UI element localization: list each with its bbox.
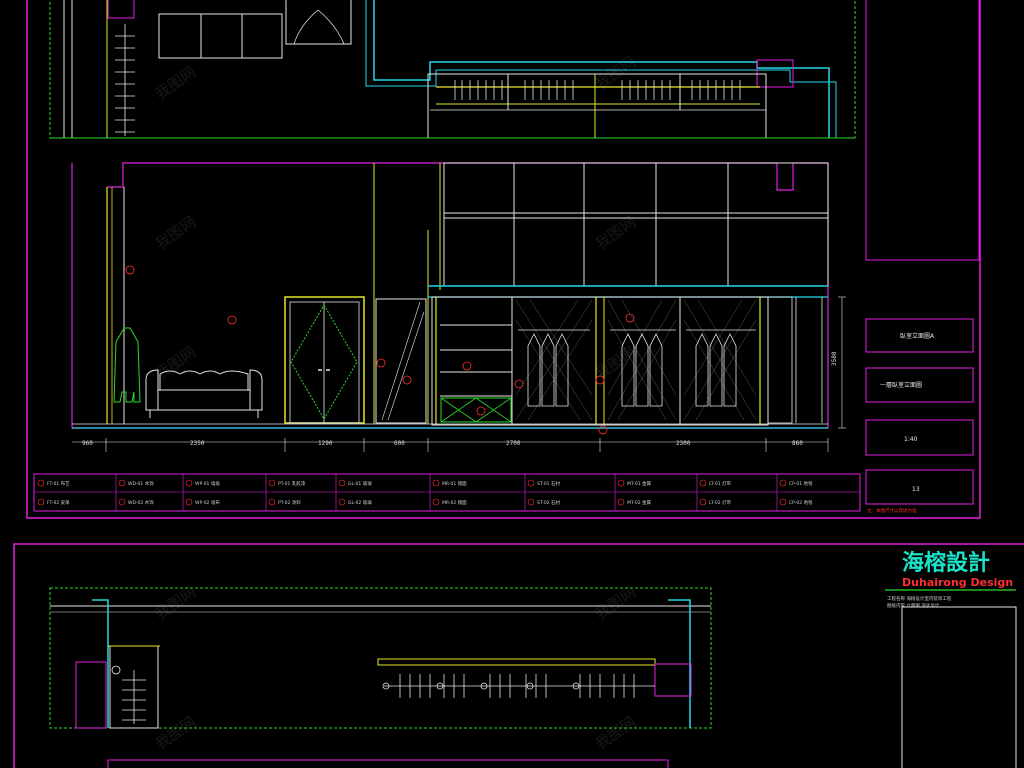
brand-english: Duhairong Design — [902, 576, 1013, 589]
legend-item-15: GL-02 玻璃 — [348, 499, 372, 506]
title-block: 臥室立面圖A 一層臥室立面圖 1:40 13 — [865, 0, 980, 505]
watermark-3: 我图网 — [152, 213, 199, 254]
watermark-7: 我图网 — [152, 583, 199, 624]
main-magenta-outline — [71, 162, 829, 429]
top-box-magenta — [107, 0, 135, 19]
dim-label-7: 860 — [792, 440, 803, 447]
horizontal-dimension — [72, 438, 829, 452]
watermark-4: 我图网 — [592, 213, 639, 254]
dimension-labels: 960 2350 1290 600 2700 2300 860 3580 — [82, 351, 838, 447]
main-elevation — [71, 162, 846, 435]
legend-item-16: MR-02 镜面 — [442, 499, 467, 506]
dim-label-8: 3580 — [831, 351, 838, 366]
legend-item-17: ST-02 石材 — [537, 499, 560, 506]
dim-label-1: 960 — [82, 440, 93, 447]
watermark-9: 我图网 — [152, 713, 199, 754]
title-field-1: 臥室立面圖A — [900, 332, 935, 340]
top-elevation-frame — [49, 0, 856, 139]
dim-label-5: 2700 — [506, 440, 521, 447]
top-hanging-rack-left — [115, 24, 135, 136]
legend-item-11: FT-02 皮革 — [47, 499, 70, 506]
mirror-panel — [375, 298, 427, 424]
legend-item-5: GL-01 玻璃 — [348, 480, 372, 487]
dim-label-2: 2350 — [190, 440, 205, 447]
legend-item-14: PT-02 涂料 — [278, 499, 301, 506]
legend-item-8: MT-01 金属 — [627, 480, 651, 487]
legend-item-10: CP-01 地毯 — [789, 480, 813, 487]
legend-item-18: MT-02 金属 — [627, 499, 651, 506]
scale-value: 1:40 — [904, 436, 918, 443]
legend-item-20: CP-02 地毯 — [789, 499, 813, 506]
title-field-2: 一層臥室立面圖 — [880, 381, 922, 389]
top-door-swing — [293, 9, 345, 45]
brand-logo: 海榕設計 Duhairong Design 工程名称 海榕设计室内装饰工程 图纸… — [887, 550, 1013, 609]
legend-item-9: LT-01 灯带 — [709, 480, 732, 487]
height-dimension — [838, 296, 846, 429]
dim-label-3: 1290 — [318, 440, 333, 447]
brand-note-1: 工程名称 海榕设计室内装饰工程 — [887, 595, 952, 602]
legend-item-3: WP-01 墙纸 — [195, 480, 220, 487]
legend-item-19: LT-02 灯带 — [709, 499, 732, 506]
legend-item-1: FT-01 布艺 — [47, 480, 70, 487]
watermark-1: 我图网 — [152, 63, 199, 104]
legend-item-4: PT-01 乳胶漆 — [278, 480, 306, 487]
watermark-8: 我图网 — [592, 583, 639, 624]
top-sofa — [158, 13, 283, 59]
legend-item-2: WD-01 木饰 — [128, 480, 154, 487]
double-door — [284, 296, 365, 424]
brand-chinese: 海榕設計 — [902, 550, 990, 576]
legend-item-13: WP-02 墙布 — [195, 499, 220, 506]
legend-item-12: WD-02 木饰 — [128, 499, 154, 506]
watermarks: 我图网 我图网 我图网 我图网 我图网 我图网 我图网 我图网 我图网 我图网 — [152, 53, 639, 754]
watermark-5: 我图网 — [152, 343, 199, 384]
dim-label-4: 600 — [394, 440, 405, 447]
cad-drawing-canvas: 960 2350 1290 600 2700 2300 860 3580 FT-… — [13, 0, 1024, 768]
sheet-number: 13 — [912, 486, 920, 493]
watermark-10: 我图网 — [592, 713, 639, 754]
legend-item-6: MR-01 镜面 — [442, 480, 467, 487]
material-legend: FT-01 布艺 WD-01 木饰 WP-01 墙纸 PT-01 乳胶漆 GL-… — [33, 473, 861, 512]
hanging-robe — [113, 327, 141, 403]
material-callouts — [125, 265, 635, 435]
brand-note-2: 图纸内容 立面图 深化设计 — [887, 602, 940, 609]
top-cyan-bulkhead — [373, 0, 830, 138]
legend-item-7: ST-01 石材 — [537, 480, 560, 487]
dim-label-6: 2300 — [676, 440, 691, 447]
legend-note: 注：本图尺寸以现场为准 — [867, 507, 917, 514]
